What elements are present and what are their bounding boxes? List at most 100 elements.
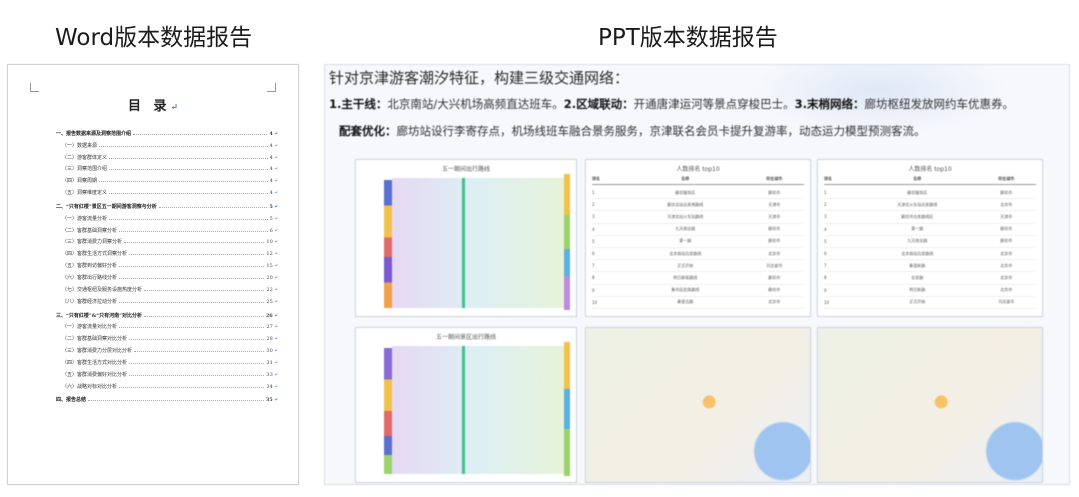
- table-cell: 北京市: [1000, 201, 1013, 207]
- table-cell: 廊坊服务区: [675, 189, 696, 195]
- table-row: 4 九天商业路 廊坊市: [592, 224, 804, 236]
- paragraph-mark-icon: ↵: [273, 166, 278, 173]
- paragraph-mark-icon: ↵: [273, 154, 278, 161]
- sankey-target-nodes: [564, 342, 570, 476]
- sankey-middle-node: [461, 346, 465, 474]
- toc-entry-text: （三）客群消费力分层对比分析: [62, 348, 133, 355]
- table-row: 2 廊坊北站出发地路线 天津市: [592, 199, 804, 212]
- paragraph-mark-icon: ↵: [273, 203, 278, 210]
- table-cell: 廊坊市: [1000, 238, 1013, 244]
- sankey-panel-1: 五一期间出行路线: [355, 159, 577, 317]
- table-cell: 3: [592, 214, 595, 220]
- table-cell: 北京市: [1000, 262, 1013, 268]
- paragraph-mark-icon: ↵: [273, 239, 278, 246]
- table-title: 人数排名 top10: [908, 166, 952, 173]
- toc-leader-dots: [129, 374, 265, 376]
- page-corner-mark: [267, 83, 276, 92]
- toc-entry: （六）战略对标对比分析 34 ↵: [56, 378, 278, 390]
- toc-entry-text: （一）游客流量对比分析: [62, 324, 118, 331]
- table-cell: 秦皇出路: [677, 299, 694, 305]
- toc-entry-page: 5: [269, 215, 273, 222]
- table-cell: 秦市区民族路线: [671, 287, 700, 293]
- table-cell: 北京市: [1000, 274, 1013, 280]
- toc-entry-text: 四、报告总结: [56, 397, 87, 404]
- table-cell: 1: [592, 190, 595, 196]
- toc-entry-text: （二）客群基础洞察分析: [62, 227, 118, 234]
- table-row: 5 第一路 廊坊市: [592, 236, 804, 248]
- toc-leader-dots: [129, 254, 265, 256]
- toc-entry-text: （一）游客流量分析: [62, 215, 108, 222]
- toc-entry: 三、“只有红楼”&“只有河南”对比分析 26 ↵: [56, 307, 278, 319]
- table-cell: 廊坊市: [768, 287, 781, 293]
- ppt-slide-preview: 针对京津游客潮汐特征，构建三级交通网络： 1.主干线：北京南站/大兴机场高频直达…: [324, 64, 1070, 485]
- toc-entry-page: 28: [266, 336, 273, 343]
- table-row: 7 正式开始 河北省市: [592, 260, 804, 273]
- toc-entry-page: 35: [265, 397, 273, 404]
- paragraph-mark-icon: ↵: [273, 298, 278, 305]
- table-cell: 6: [824, 251, 827, 257]
- table-title: 人数排名 top10: [676, 166, 720, 173]
- table-header-cell: 排名: [824, 176, 832, 181]
- toc-entry: （一）游客流量对比分析 27 ↵: [56, 319, 278, 331]
- table-cell: 2: [592, 202, 595, 208]
- route-map: [586, 328, 810, 482]
- toc-leader-dots: [109, 193, 268, 195]
- page-corner-mark: [30, 83, 39, 92]
- table-cell: 北京市: [768, 299, 781, 305]
- slide-key-term: 3.末梢网络：: [794, 97, 865, 111]
- sankey-title: 五一期间景区出行路线: [435, 334, 496, 341]
- table-header: 排名 名称 所在城市: [592, 176, 804, 185]
- paragraph-mark-icon: ↵: [273, 397, 278, 404]
- toc-entry: （六）客群出行路线分析 20 ↵: [56, 269, 278, 281]
- table-row: 7 秦皇新路 北京市: [824, 260, 1036, 273]
- paragraph-mark-icon: ↵: [273, 274, 278, 281]
- toc-entry-text: （七）交通枢纽及服务设施热度分析: [62, 286, 143, 293]
- heat-map-panel-2: [817, 327, 1043, 483]
- toc-entry-page: 25: [266, 298, 273, 305]
- table-row: 10 正式开始 河北省市: [824, 297, 1036, 309]
- toc-leader-dots: [109, 157, 268, 159]
- paragraph-mark-icon: ↵: [273, 324, 278, 331]
- table-header-cell: 所在城市: [766, 176, 783, 181]
- ranking-table-panel-2: 人数排名 top10 排名 名称 所在城市 1 廊坊服务区 廊坊市 2 天津北火车站出发路线北…: [817, 159, 1043, 317]
- paragraph-mark-icon: ↵: [273, 142, 278, 149]
- toc-entry: （一）数据来源 4 ↵: [56, 137, 278, 149]
- toc-entry-page: 5: [269, 203, 273, 210]
- toc-entry-text: （五）客群消费偏好对比分析: [62, 371, 128, 378]
- toc-entry-page: 26: [265, 312, 273, 319]
- paragraph-mark-icon: ↵: [273, 215, 278, 222]
- table-cell: 秦皇新路: [909, 262, 926, 268]
- table-cell: 9: [824, 287, 827, 293]
- toc-entry-page: 15: [266, 263, 273, 270]
- table-row: 10 秦皇出路 北京市: [592, 297, 804, 309]
- toc-entry-text: （二）客群基础洞察对比分析: [62, 336, 128, 343]
- table-cell: 廊坊市: [768, 274, 781, 280]
- slide-text: 北京南站/大兴机场高频直达班车。: [387, 97, 564, 111]
- toc-entry: （三）洞察范围介绍 4 ↵: [56, 161, 278, 173]
- table-cell: 河北省市: [766, 262, 783, 268]
- toc-entry-text: （三）客群消费力洞察分析: [62, 239, 123, 246]
- toc-leader-dots: [119, 301, 265, 303]
- toc-entry-text: 一、报告数据来源及洞察范围介绍: [56, 130, 132, 137]
- slide-key-term: 2.区域联动：: [563, 97, 634, 111]
- table-row: 9 明日新路 北京市: [824, 285, 1036, 297]
- toc-leader-dots: [119, 327, 265, 329]
- toc-entry-text: （四）客群生活方式对比分析: [62, 359, 128, 366]
- table-cell: 廊坊市: [1000, 226, 1013, 232]
- table-cell: 北京市: [1000, 287, 1013, 293]
- toc-entry: （二）客群基础洞察分析 6 ↵: [56, 222, 278, 234]
- table-row: 9 秦市区民族路线 廊坊市: [592, 285, 804, 297]
- toc-entry-page: 22: [266, 286, 273, 293]
- toc-entry-text: （三）洞察范围介绍: [62, 166, 108, 173]
- table-cell: 廊坊市出发路线区: [901, 213, 934, 219]
- toc-entry: （三）客群消费力分层对比分析 30 ↵: [56, 342, 278, 354]
- toc-leader-dots: [124, 242, 265, 244]
- sankey-middle-node: [461, 178, 465, 308]
- toc-entry-text: （六）战略对标对比分析: [62, 383, 118, 390]
- slide-key-term: 配套优化：: [339, 124, 397, 138]
- slide-transport-plan: 1.主干线：北京南站/大兴机场高频直达班车。2.区域联动：开通唐津运河等景点穿梭…: [329, 96, 1014, 112]
- toc-entry-page: 4: [269, 130, 273, 137]
- table-cell: 10: [592, 299, 598, 305]
- table-row: 6 北京南站出发路线 北京市: [824, 248, 1036, 261]
- toc-leader-dots: [119, 266, 265, 268]
